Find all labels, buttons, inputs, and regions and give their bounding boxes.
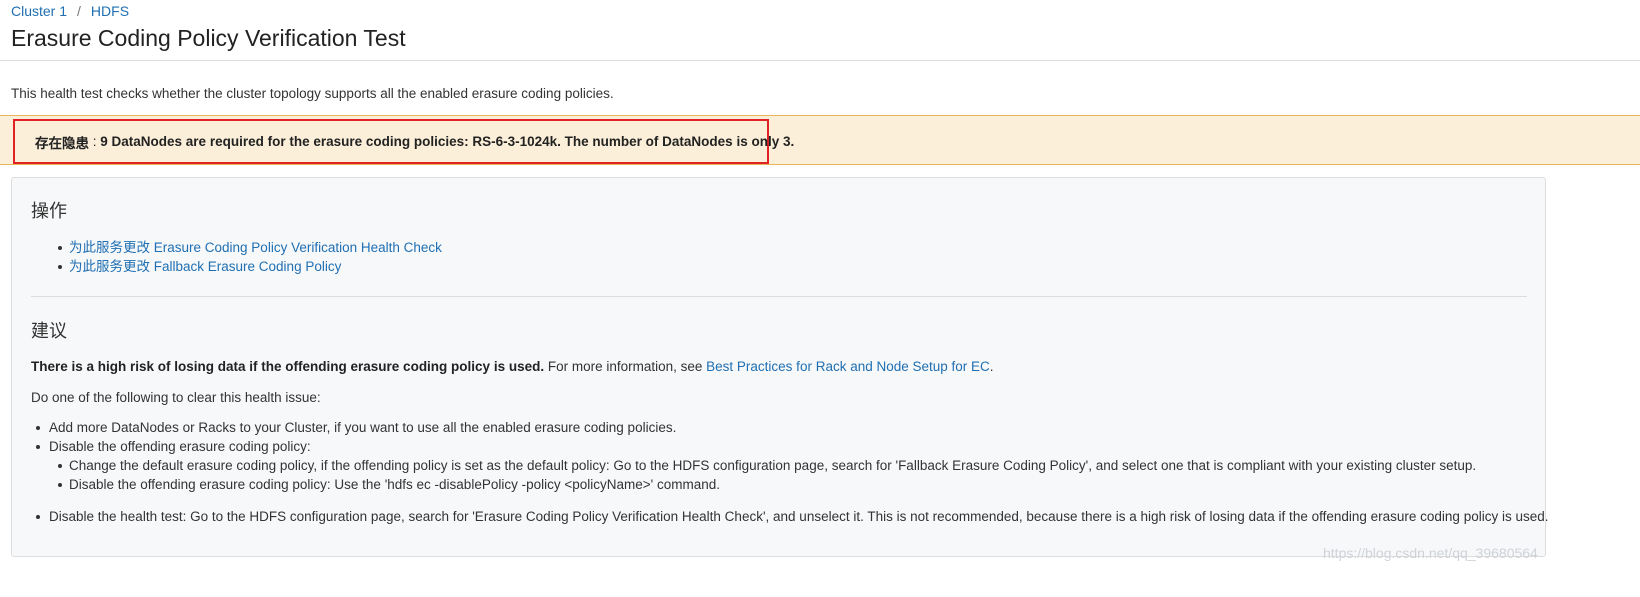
- alert-banner: 存在隐患 : 9 DataNodes are required for the …: [0, 115, 1640, 165]
- suggestions-heading: 建议: [31, 321, 67, 341]
- header-divider: [0, 60, 1640, 61]
- list-item: Disable the health test: Go to the HDFS …: [35, 507, 1548, 526]
- best-practices-link[interactable]: Best Practices for Rack and Node Setup f…: [706, 359, 990, 374]
- list-item: 为此服务更改 Fallback Erasure Coding Policy: [58, 257, 442, 276]
- risk-end: .: [989, 359, 994, 374]
- alert-separator: :: [89, 134, 101, 149]
- risk-warning-text: There is a high risk of losing data if t…: [31, 359, 545, 374]
- watermark: https://blog.csdn.net/qq_39680564: [1323, 545, 1538, 561]
- alert-status-label: 存在隐患: [35, 135, 89, 151]
- breadcrumb: Cluster 1 / HDFS: [11, 3, 129, 19]
- remediation-intro: Do one of the following to clear this he…: [31, 390, 321, 405]
- alert-message: 9 DataNodes are required for the erasure…: [100, 134, 795, 149]
- remediation-list: Add more DataNodes or Racks to your Clus…: [35, 418, 676, 457]
- change-health-check-link[interactable]: 为此服务更改 Erasure Coding Policy Verificatio…: [69, 240, 442, 255]
- actions-heading: 操作: [31, 201, 67, 221]
- list-item: Disable the offending erasure coding pol…: [35, 437, 676, 456]
- breadcrumb-separator: /: [77, 3, 81, 19]
- remediation-sub-list: Change the default erasure coding policy…: [57, 456, 1476, 495]
- actions-list: 为此服务更改 Erasure Coding Policy Verificatio…: [58, 238, 442, 276]
- risk-more-info-text: For more information, see: [544, 359, 707, 374]
- list-item: Disable the offending erasure coding pol…: [57, 475, 1476, 494]
- section-divider: [31, 296, 1527, 297]
- details-panel: 操作 为此服务更改 Erasure Coding Policy Verifica…: [11, 177, 1548, 557]
- change-fallback-policy-link[interactable]: 为此服务更改 Fallback Erasure Coding Policy: [69, 259, 341, 274]
- page-title: Erasure Coding Policy Verification Test: [11, 25, 406, 51]
- breadcrumb-hdfs-link[interactable]: HDFS: [91, 3, 129, 19]
- alert-highlight-box: 存在隐患 : 9 DataNodes are required for the …: [13, 119, 794, 164]
- remediation-list-final: Disable the health test: Go to the HDFS …: [35, 507, 1548, 526]
- risk-statement: There is a high risk of losing data if t…: [31, 359, 994, 375]
- list-item: 为此服务更改 Erasure Coding Policy Verificatio…: [58, 238, 442, 257]
- test-description: This health test checks whether the clus…: [11, 86, 614, 101]
- list-item: Change the default erasure coding policy…: [57, 456, 1476, 475]
- breadcrumb-cluster-link[interactable]: Cluster 1: [11, 3, 67, 19]
- list-item: Add more DataNodes or Racks to your Clus…: [35, 418, 676, 437]
